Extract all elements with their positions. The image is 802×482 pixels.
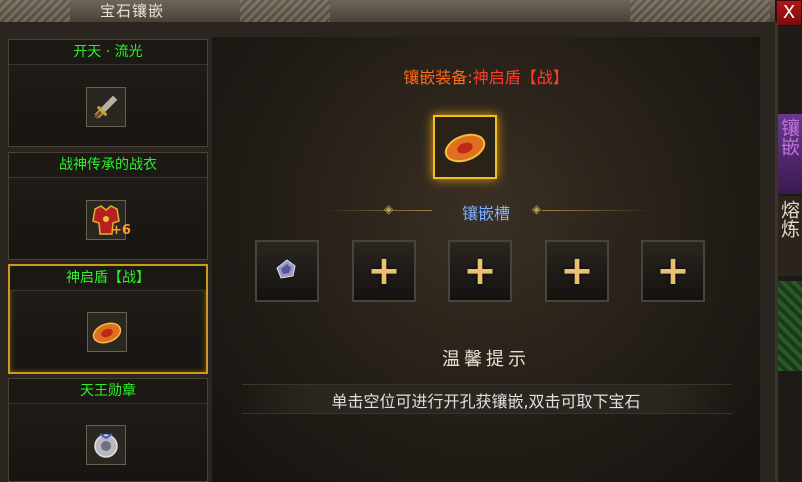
tip-text: 单击空位可进行开孔获镶嵌,双击可取下宝石 (331, 392, 641, 411)
divider-right (542, 210, 652, 211)
equipment-item-label: 神启盾【战】 (10, 266, 206, 291)
title-bar: 宝石镶嵌 (0, 0, 775, 24)
armor-icon: +6 (86, 200, 131, 240)
shield-icon (87, 312, 127, 352)
gem-icon (276, 259, 296, 279)
map-strip (778, 281, 802, 371)
gem-slot-4[interactable]: + (545, 240, 609, 302)
tab-smelt[interactable]: 熔炼 (778, 196, 802, 276)
equip-title: 镶嵌装备:神启盾【战】 (212, 64, 760, 88)
tip-title: 温馨提示 (442, 349, 530, 370)
medal-icon (86, 425, 126, 465)
enhance-badge: +6 (111, 223, 131, 238)
equipment-list: 开天 · 流光 战神传承的战衣 +6 神启盾【战】 天王勋章 (8, 37, 210, 482)
gem-slot-1[interactable] (255, 240, 319, 302)
equipment-item-label: 战神传承的战衣 (9, 153, 207, 178)
ornament-right-icon: ◈ (532, 202, 542, 216)
slots-label: 镶嵌槽 (461, 204, 510, 223)
close-button[interactable]: X (776, 0, 802, 26)
equipped-item-slot[interactable] (433, 115, 497, 179)
gem-slot-3[interactable]: + (448, 240, 512, 302)
sword-icon (86, 87, 126, 127)
plus-icon: + (560, 248, 594, 294)
title-ornament-right (630, 0, 770, 22)
equipment-item-1[interactable]: 开天 · 流光 (8, 39, 208, 147)
equipment-item-label: 开天 · 流光 (9, 40, 207, 65)
gem-slot-5[interactable]: + (641, 240, 705, 302)
inlay-panel: 镶嵌装备:神启盾【战】 ◈ 镶嵌槽 ◈ + + + + 温馨提示 单击空位可进行… (212, 37, 760, 482)
title-ornament-left (0, 0, 70, 22)
window-title: 宝石镶嵌 (100, 2, 165, 20)
plus-icon: + (463, 248, 497, 294)
tab-inlay-label: 镶嵌 (778, 118, 800, 156)
equipment-item-label: 天王勋章 (9, 379, 207, 404)
side-tabs: 镶嵌 熔炼 (778, 26, 802, 482)
equipment-item-3[interactable]: 神启盾【战】 (8, 264, 208, 374)
equip-title-name: 神启盾【战】 (472, 68, 569, 87)
shield-icon (444, 133, 486, 163)
equipment-item-4[interactable]: 天王勋章 (8, 378, 208, 482)
title-ornament-mid (240, 0, 330, 22)
gem-slot-2[interactable]: + (352, 240, 416, 302)
plus-icon: + (367, 248, 401, 294)
equip-title-prefix: 镶嵌装备: (403, 68, 473, 87)
equipment-item-2[interactable]: 战神传承的战衣 +6 (8, 152, 208, 260)
tab-smelt-label: 熔炼 (778, 200, 800, 238)
tab-inlay[interactable]: 镶嵌 (778, 114, 802, 194)
plus-icon: + (656, 248, 690, 294)
